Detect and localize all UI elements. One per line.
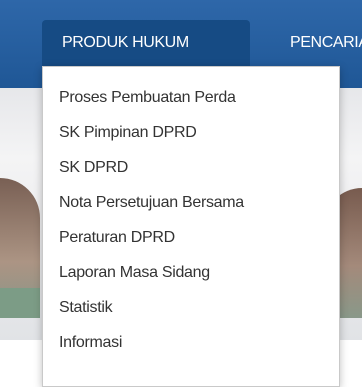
menu-item-laporan-masa-sidang[interactable]: Laporan Masa Sidang — [59, 263, 210, 283]
nav-item-produk-hukum[interactable]: PRODUK HUKUM — [42, 20, 250, 75]
menu-item-peraturan-dprd[interactable]: Peraturan DPRD — [59, 228, 175, 248]
menu-item-informasi[interactable]: Informasi — [59, 333, 122, 353]
menu-item-proses-pembuatan-perda[interactable]: Proses Pembuatan Perda — [59, 88, 236, 108]
nav-item-label: PRODUK HUKUM — [62, 34, 189, 51]
banner-foliage-left — [0, 288, 40, 318]
produk-hukum-dropdown-menu: Proses Pembuatan Perda SK Pimpinan DPRD … — [42, 66, 340, 387]
menu-item-sk-pimpinan-dprd[interactable]: SK Pimpinan DPRD — [59, 123, 197, 143]
menu-item-nota-persetujuan-bersama[interactable]: Nota Persetujuan Bersama — [59, 193, 244, 213]
menu-item-sk-dprd[interactable]: SK DPRD — [59, 158, 128, 178]
nav-item-label: PENCARIAN — [290, 34, 362, 51]
nav-item-pencarian[interactable]: PENCARIAN — [290, 20, 362, 66]
menu-item-statistik[interactable]: Statistik — [59, 298, 113, 318]
